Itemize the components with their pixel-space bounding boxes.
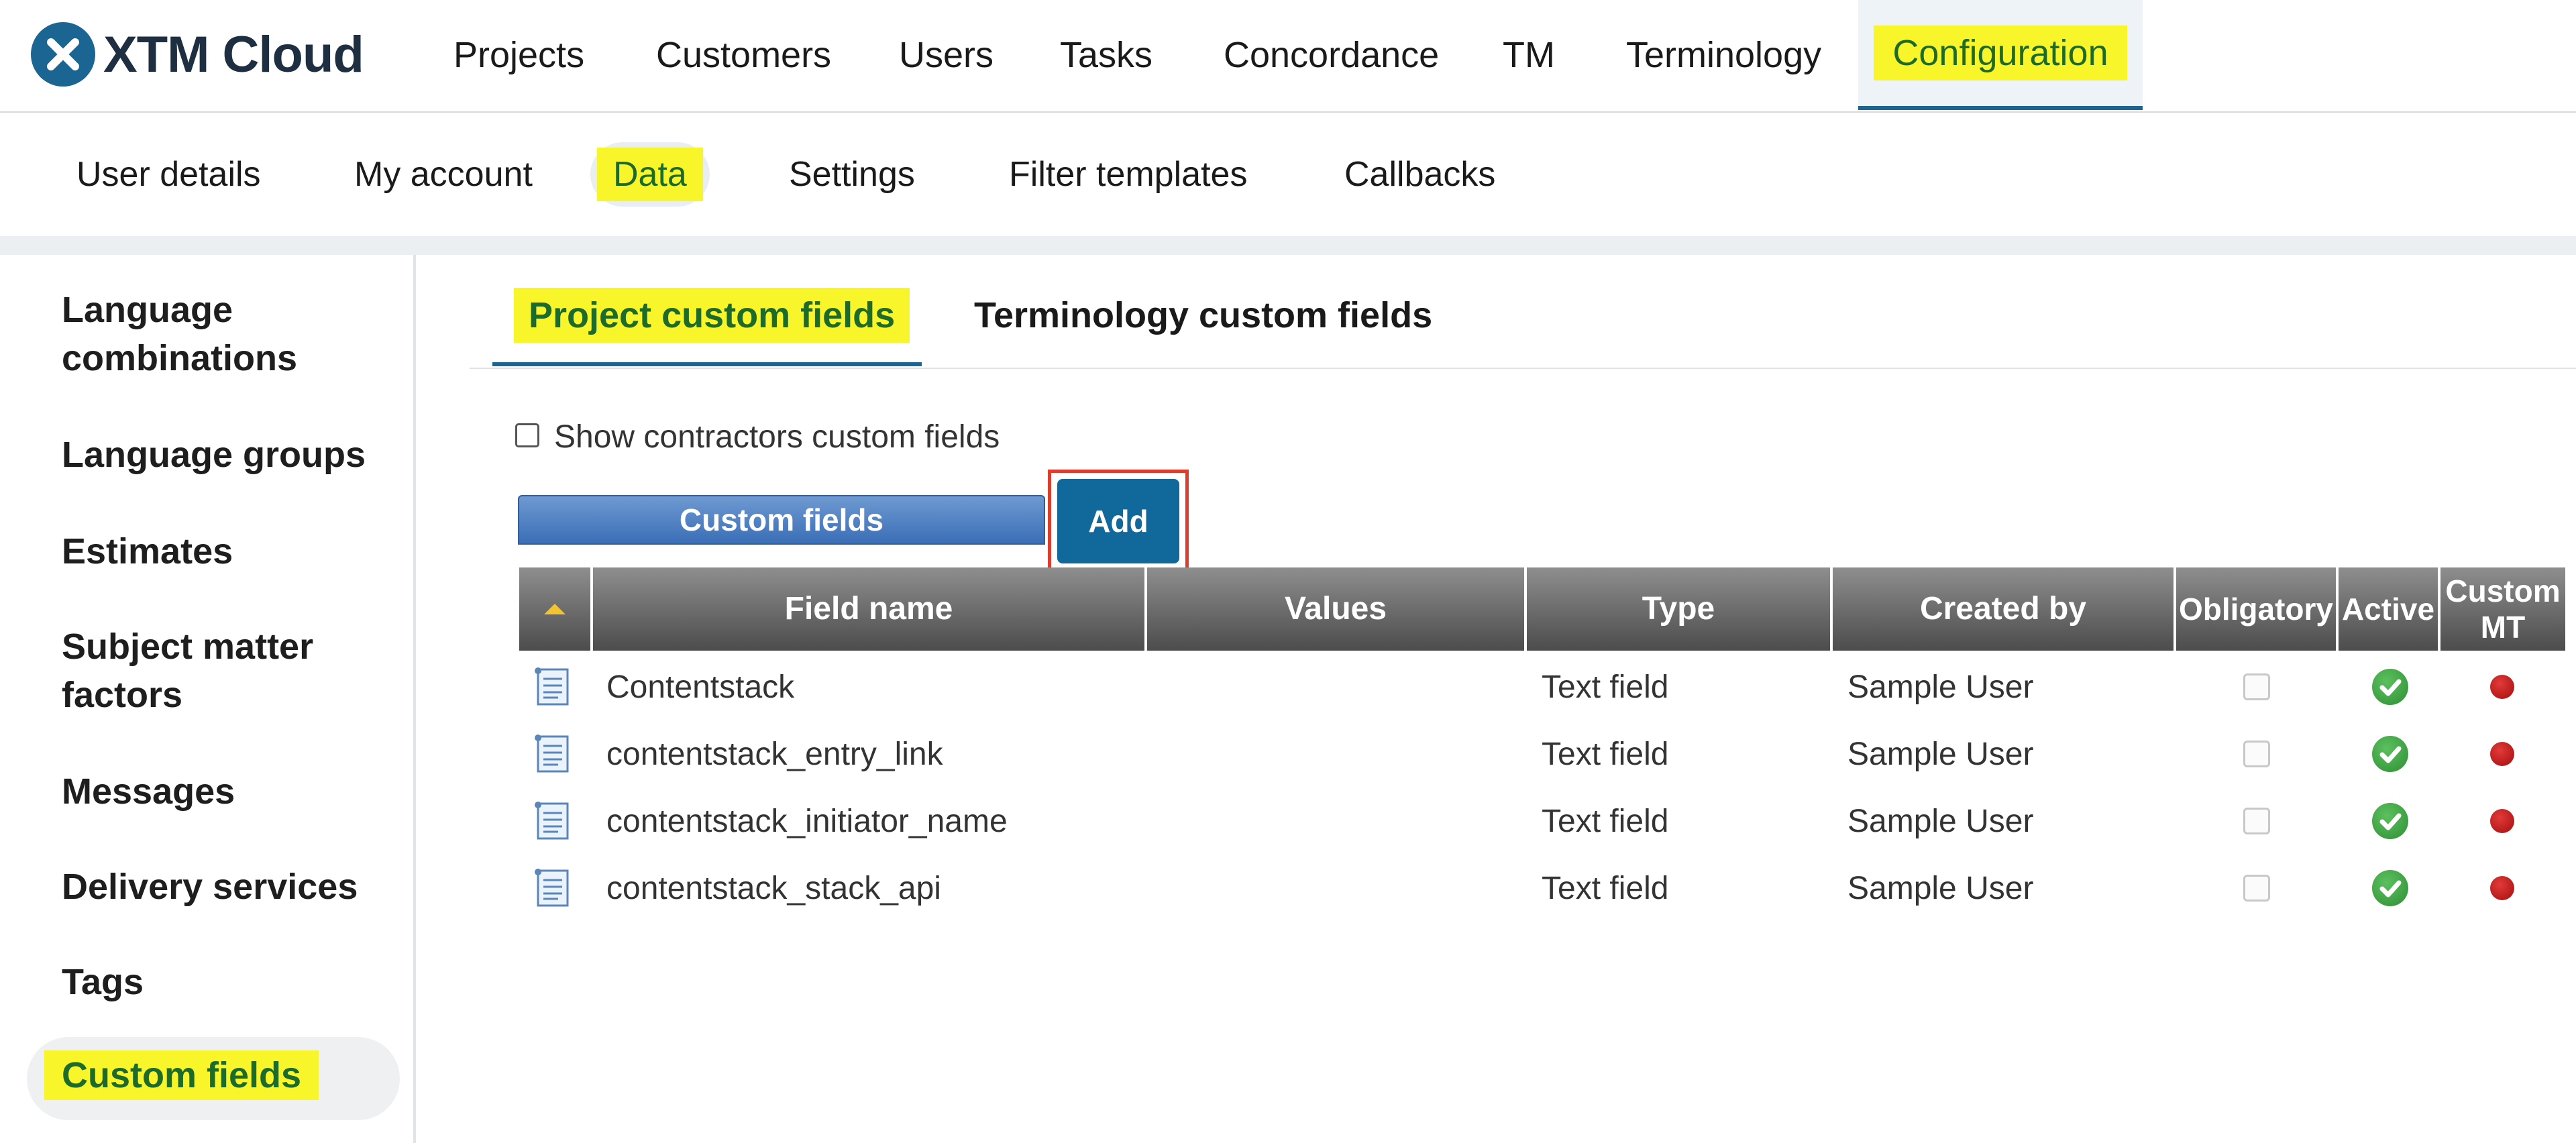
add-button[interactable]: Add bbox=[1057, 479, 1179, 563]
field-created-by: Sample User bbox=[1847, 669, 2034, 705]
tab-project-custom-fields[interactable]: Project custom fields bbox=[514, 282, 910, 349]
custom-mt-status-dot-icon bbox=[2490, 809, 2514, 833]
sidebar-item-estimates[interactable]: Estimates bbox=[62, 527, 397, 576]
field-name[interactable]: contentstack_initiator_name bbox=[606, 787, 1008, 855]
table-row[interactable]: contentstack_stack_api Text field Sample… bbox=[519, 855, 2565, 922]
obligatory-checkbox[interactable] bbox=[2243, 808, 2270, 834]
active-check-icon bbox=[2372, 803, 2408, 839]
field-created-by: Sample User bbox=[1847, 803, 2034, 839]
subnav-settings[interactable]: Settings bbox=[770, 142, 934, 207]
sidebar-item-language-groups[interactable]: Language groups bbox=[62, 431, 397, 479]
document-icon bbox=[535, 734, 569, 773]
tabs-divider bbox=[470, 368, 2576, 369]
sidebar-item-tags[interactable]: Tags bbox=[62, 958, 397, 1006]
table-row[interactable]: contentstack_entry_link Text field Sampl… bbox=[519, 720, 2565, 787]
document-icon bbox=[535, 802, 569, 840]
top-navigation-bar: XTM Cloud Projects Customers Users Tasks… bbox=[0, 0, 2576, 113]
field-created-by: Sample User bbox=[1847, 736, 2034, 772]
subnav-user-details[interactable]: User details bbox=[58, 142, 280, 207]
field-name[interactable]: contentstack_entry_link bbox=[606, 720, 943, 787]
custom-fields-panel-header: Custom fields bbox=[518, 495, 1045, 545]
table-row[interactable]: Contentstack Text field Sample User bbox=[519, 653, 2565, 720]
nav-projects[interactable]: Projects bbox=[435, 0, 603, 110]
column-header-obligatory[interactable]: Obligatory bbox=[2176, 567, 2339, 651]
nav-concordance[interactable]: Concordance bbox=[1205, 0, 1458, 110]
column-header-field-name[interactable]: Field name bbox=[593, 567, 1147, 651]
logo[interactable]: XTM Cloud bbox=[31, 20, 364, 89]
field-name[interactable]: contentstack_stack_api bbox=[606, 855, 941, 922]
column-header-custom-mt[interactable]: Custom MT bbox=[2440, 567, 2565, 651]
field-created-by: Sample User bbox=[1847, 870, 2034, 906]
active-check-icon bbox=[2372, 736, 2408, 772]
sidebar-item-delivery-services[interactable]: Delivery services bbox=[62, 863, 397, 911]
sort-ascending-icon bbox=[544, 604, 566, 614]
nav-configuration[interactable]: Configuration bbox=[1858, 0, 2143, 110]
show-contractors-option: Show contractors custom fields bbox=[515, 415, 1000, 455]
custom-mt-status-dot-icon bbox=[2490, 742, 2514, 766]
sidebar-item-custom-fields[interactable]: Custom fields bbox=[27, 1037, 400, 1120]
subnav-data[interactable]: Data bbox=[590, 142, 710, 207]
column-header-values[interactable]: Values bbox=[1147, 567, 1527, 651]
nav-tasks[interactable]: Tasks bbox=[1041, 0, 1171, 110]
custom-mt-status-dot-icon bbox=[2490, 876, 2514, 900]
field-type: Text field bbox=[1542, 870, 1669, 906]
section-divider bbox=[0, 236, 2576, 255]
obligatory-checkbox[interactable] bbox=[2243, 673, 2270, 700]
brand-name: XTM Cloud bbox=[103, 25, 364, 83]
field-type: Text field bbox=[1542, 736, 1669, 772]
obligatory-checkbox[interactable] bbox=[2243, 741, 2270, 767]
custom-mt-status-dot-icon bbox=[2490, 675, 2514, 699]
active-tab-indicator bbox=[492, 362, 922, 366]
table-row[interactable]: contentstack_initiator_name Text field S… bbox=[519, 787, 2565, 855]
document-icon bbox=[535, 667, 569, 706]
obligatory-checkbox[interactable] bbox=[2243, 875, 2270, 902]
column-header-active[interactable]: Active bbox=[2339, 567, 2440, 651]
active-check-icon bbox=[2372, 870, 2408, 906]
sidebar-item-messages[interactable]: Messages bbox=[62, 767, 397, 816]
sidebar-item-language-combinations[interactable]: Language combinations bbox=[62, 286, 397, 382]
show-contractors-checkbox[interactable] bbox=[515, 423, 539, 447]
field-type: Text field bbox=[1542, 803, 1669, 839]
active-check-icon bbox=[2372, 669, 2408, 705]
nav-customers[interactable]: Customers bbox=[637, 0, 850, 110]
field-name[interactable]: Contentstack bbox=[606, 653, 794, 720]
column-header-created-by[interactable]: Created by bbox=[1833, 567, 2176, 651]
nav-terminology[interactable]: Terminology bbox=[1607, 0, 1840, 110]
nav-tm[interactable]: TM bbox=[1484, 0, 1574, 110]
xtm-logo-icon bbox=[31, 22, 95, 87]
column-header-type[interactable]: Type bbox=[1527, 567, 1833, 651]
subnav-callbacks[interactable]: Callbacks bbox=[1326, 142, 1514, 207]
field-type: Text field bbox=[1542, 669, 1669, 705]
document-icon bbox=[535, 869, 569, 907]
subnav-filter-templates[interactable]: Filter templates bbox=[990, 142, 1266, 207]
sort-column-header[interactable] bbox=[519, 567, 593, 651]
tab-terminology-custom-fields[interactable]: Terminology custom fields bbox=[974, 282, 1432, 349]
show-contractors-label: Show contractors custom fields bbox=[554, 419, 1000, 455]
nav-users[interactable]: Users bbox=[880, 0, 1012, 110]
subnav-my-account[interactable]: My account bbox=[335, 142, 551, 207]
sidebar-item-subject-matter-factors[interactable]: Subject matter factors bbox=[62, 622, 397, 719]
